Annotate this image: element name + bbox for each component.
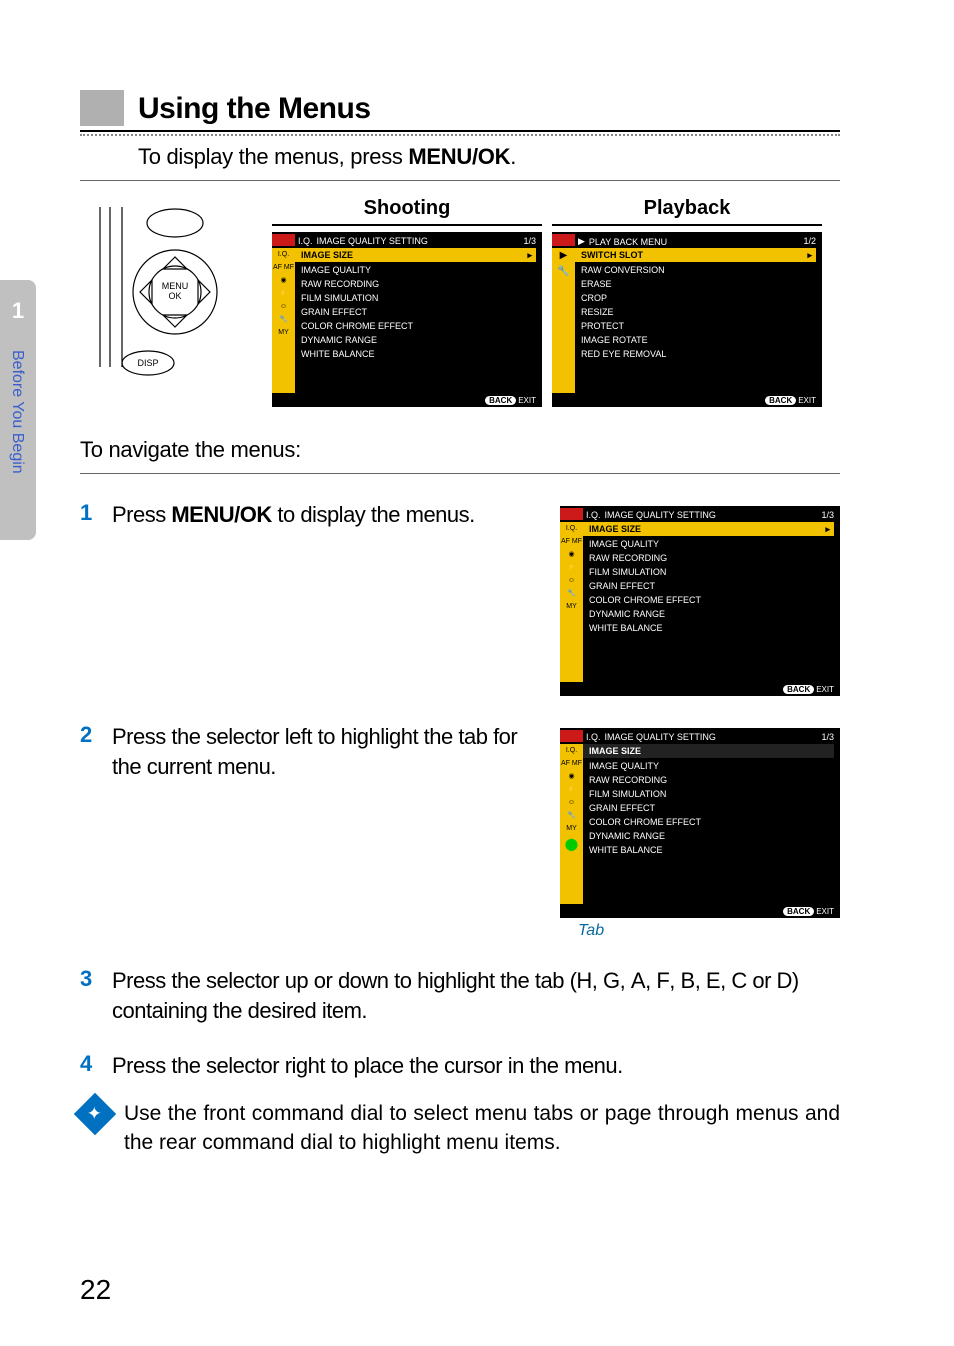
dotted-rule (80, 130, 840, 136)
step-number: 1 (80, 500, 100, 696)
playback-menu-screenshot: ▶PLAY BACK MENU 1/2 ▶ 🔧 SWITCH SLOT▸ RAW… (552, 232, 822, 407)
divider (80, 473, 840, 474)
section-title-row: Using the Menus (80, 90, 840, 132)
step1-menu-screenshot: I.Q.IMAGE QUALITY SETTING 1/3 I.Q. AF MF… (560, 506, 840, 696)
step-number: 3 (80, 966, 100, 1025)
shooting-header: Shooting (272, 197, 542, 226)
chapter-side-tab: 1 Before You Begin (0, 280, 36, 540)
note-text: Use the front command dial to select men… (124, 1099, 840, 1158)
step-4: 4 Press the selector right to place the … (80, 1051, 840, 1081)
step-text: Press the selector right to place the cu… (112, 1051, 840, 1081)
tab-caption: Tab (578, 922, 840, 940)
step-number: 4 (80, 1051, 100, 1081)
shooting-menu-screenshot: I.Q.IMAGE QUALITY SETTING 1/3 I.Q. AF MF… (272, 232, 542, 407)
note-icon: ✦ (74, 1093, 116, 1135)
playback-panel: Playback ▶PLAY BACK MENU 1/2 ▶ 🔧 SWITCH … (552, 197, 822, 407)
svg-text:DISP: DISP (137, 358, 158, 368)
section-subtitle: To display the menus, press MENU/OK. (138, 144, 840, 170)
note: ✦ Use the front command dial to select m… (80, 1099, 840, 1158)
svg-text:MENU: MENU (162, 281, 189, 291)
step-text: Press the selector up or down to highlig… (112, 966, 840, 1025)
title-block-decor (80, 90, 124, 126)
playback-header: Playback (552, 197, 822, 226)
step-1: 1 Press MENU/OK to display the menus. I.… (80, 500, 840, 696)
shooting-panel: Shooting I.Q.IMAGE QUALITY SETTING 1/3 I… (272, 197, 542, 407)
step2-menu-screenshot: I.Q.IMAGE QUALITY SETTING 1/3 I.Q. AF MF… (560, 728, 840, 918)
step-2: 2 Press the selector left to highlight t… (80, 722, 840, 940)
chapter-label: Before You Begin (8, 350, 26, 474)
page-number: 22 (80, 1274, 111, 1306)
section-title: Using the Menus (138, 92, 371, 126)
navigate-heading: To navigate the menus: (80, 437, 840, 463)
step-text: Press the selector left to highlight the… (112, 722, 548, 940)
divider (80, 180, 840, 181)
chapter-number: 1 (0, 298, 36, 324)
svg-text:OK: OK (168, 291, 181, 301)
step-number: 2 (80, 722, 100, 940)
step-text: Press MENU/OK to display the menus. (112, 500, 548, 696)
step-3: 3 Press the selector up or down to highl… (80, 966, 840, 1025)
camera-back-illustration: MENU OK DISP (80, 197, 262, 377)
